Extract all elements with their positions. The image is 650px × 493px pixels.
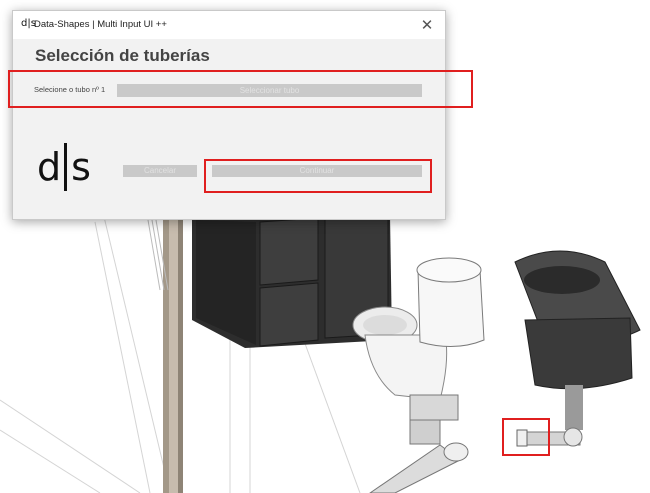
- pipes: [369, 419, 583, 493]
- dialog-heading: Selección de tuberías: [35, 46, 210, 65]
- window-title: Data-Shapes | Multi Input UI ++: [34, 19, 167, 30]
- highlight-continue-button: [204, 159, 432, 193]
- logo-divider: [64, 142, 68, 191]
- data-shapes-logo: ds: [37, 142, 91, 194]
- highlight-pick-row: [8, 70, 473, 108]
- logo-letter-d: d: [37, 145, 61, 189]
- title-bar: d|s Data-Shapes | Multi Input UI ++ ✕: [13, 11, 445, 39]
- cancel-button[interactable]: Cancelar: [123, 165, 197, 177]
- column: [163, 215, 183, 493]
- logo-letter-s: s: [71, 145, 91, 189]
- toilet-dark: [514, 250, 641, 430]
- close-icon[interactable]: ✕: [417, 15, 437, 35]
- highlight-pipe-fitting: [502, 418, 550, 456]
